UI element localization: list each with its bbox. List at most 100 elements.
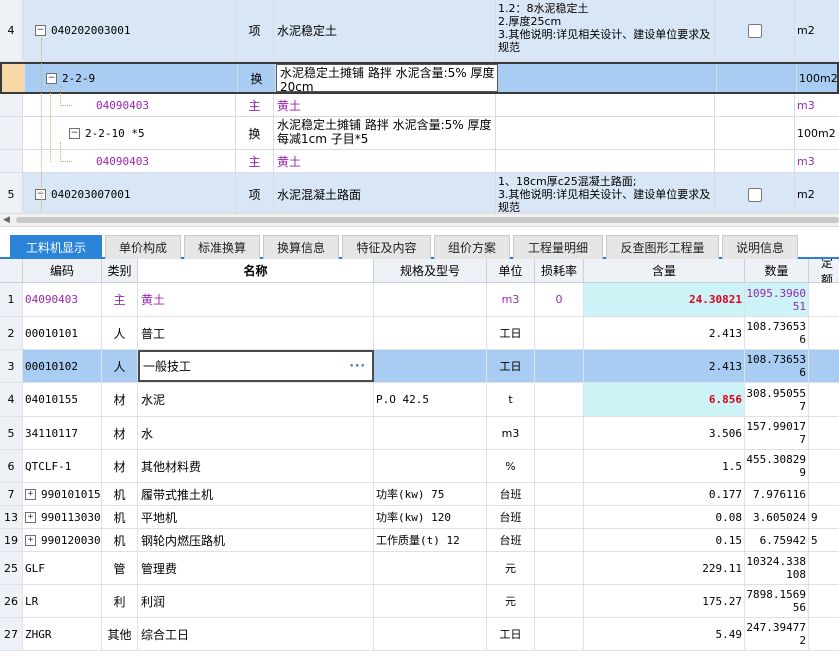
resource-name[interactable]: 管理费 (138, 552, 374, 584)
resource-name[interactable]: 平地机 (138, 506, 374, 528)
resource-loss[interactable] (535, 506, 584, 528)
item-name[interactable]: 水泥稳定土摊铺 路拌 水泥含量:5% 厚度20cm (276, 64, 498, 92)
name-edit-field[interactable]: 一般技工 ··· (138, 350, 374, 382)
resource-loss[interactable] (535, 317, 584, 349)
header-unit[interactable]: 单位 (487, 259, 535, 282)
resource-loss[interactable] (535, 383, 584, 416)
resource-unit: 台班 (487, 506, 535, 528)
resource-spec[interactable] (374, 450, 487, 482)
collapse-icon[interactable]: − (46, 72, 57, 84)
resource-spec[interactable]: P.O 42.5 (374, 383, 487, 416)
resource-loss[interactable] (535, 585, 584, 617)
item-code: 04090403 (96, 98, 149, 112)
resource-num: 3.605024 (745, 506, 809, 528)
header-code[interactable]: 编码 (23, 259, 102, 282)
table-row[interactable]: 04090403 主 黄土 m3 (0, 150, 839, 173)
resource-name[interactable]: 履带式推土机 (138, 483, 374, 505)
collapse-icon[interactable]: − (69, 127, 80, 139)
more-options-icon[interactable]: ··· (349, 358, 366, 372)
resource-loss[interactable] (535, 350, 584, 382)
scrollbar-thumb[interactable] (16, 217, 839, 223)
tab-unit-price[interactable]: 单价构成 (105, 235, 181, 259)
table-row[interactable]: − 2-2-9 换 水泥稳定土摊铺 路拌 水泥含量:5% 厚度20cm 100m… (0, 62, 839, 94)
resource-name[interactable]: 水泥 (138, 383, 374, 416)
header-num[interactable]: 数量 (745, 259, 809, 282)
table-row[interactable]: 6 QTCLF-1 材其他材料费% 1.5 455.30829 9 (0, 450, 839, 483)
tree-line (60, 105, 72, 106)
table-row[interactable]: 7 +990101015 机履带式推土机 功率(kw) 75 台班 0.177 7.9761… (0, 483, 839, 506)
expand-icon[interactable]: + (25, 511, 36, 523)
table-row[interactable]: 4 − 040202003001 项 水泥稳定土 1.2：8水泥稳定土 2.厚度… (0, 0, 839, 62)
header-more[interactable]: 定额 (809, 259, 839, 287)
table-row[interactable]: 19 +990120030 机钢轮内燃压路机 工作质量(t) 12 台班 0.15 6.75… (0, 529, 839, 552)
resource-loss[interactable] (535, 417, 584, 449)
table-row[interactable]: 4 04010155 材水泥 P.O 42.5 t 6.856 308.95055 7 (0, 383, 839, 417)
resource-spec[interactable] (374, 317, 487, 349)
resource-loss[interactable] (535, 529, 584, 551)
table-row[interactable]: − 2-2-10 *5 换 水泥稳定土摊铺 路拌 水泥含量:5% 厚度每减1cm… (0, 117, 839, 150)
resource-unit: 工日 (487, 317, 535, 349)
resource-loss[interactable] (535, 450, 584, 482)
resource-name[interactable]: 综合工日 (138, 618, 374, 650)
resource-num: 247.39477 2 (745, 618, 809, 650)
resource-name[interactable]: 水 (138, 417, 374, 449)
resource-name[interactable]: 钢轮内燃压路机 (138, 529, 374, 551)
tab-material-display[interactable]: 工料机显示 (10, 235, 102, 259)
resource-loss[interactable] (535, 483, 584, 505)
table-row[interactable]: 5 34110117 材水 m3 3.506 157.99017 7 (0, 417, 839, 450)
item-code: 04090403 (96, 154, 149, 168)
resource-name[interactable]: 普工 (138, 317, 374, 349)
row-checkbox[interactable] (747, 23, 762, 38)
table-row[interactable]: 5 − 040203007001 项 水泥混凝土路面 1、18cm厚c25混凝土… (0, 173, 839, 213)
table-row[interactable]: 25 GLF 管管理费 元 229.11 10324.338 108 (0, 552, 839, 585)
resource-name[interactable]: 黄土 (138, 283, 374, 316)
table-row[interactable]: 3 00010102 人 工日 2.413 108.73653 6 一般技工 ··· (0, 350, 839, 383)
resource-loss[interactable]: 0 (535, 283, 584, 316)
scroll-left-icon[interactable]: ◀ (3, 214, 10, 226)
resource-spec[interactable] (374, 585, 487, 617)
table-row[interactable]: 04090403 主 黄土 m3 (0, 94, 839, 117)
tree-line (60, 161, 72, 162)
header-name[interactable]: 名称 (138, 259, 374, 282)
resource-spec[interactable]: 功率(kw) 75 (374, 483, 487, 505)
resource-loss[interactable] (535, 552, 584, 584)
tab-description[interactable]: 说明信息 (722, 235, 798, 259)
resource-loss[interactable] (535, 618, 584, 650)
horizontal-scrollbar[interactable]: ◀ (0, 213, 839, 227)
tab-pricing-plan[interactable]: 组价方案 (434, 235, 510, 259)
table-row[interactable]: 26 LR 利利润 元 175.27 7898.1569 56 (0, 585, 839, 618)
expand-icon[interactable]: + (25, 534, 36, 546)
expand-icon[interactable]: + (25, 488, 36, 500)
row-number: 25 (0, 552, 23, 584)
resource-spec[interactable] (374, 350, 487, 382)
tab-reverse-graphic[interactable]: 反查图形工程量 (606, 235, 719, 259)
resource-spec[interactable] (374, 283, 487, 316)
resource-type: 材 (102, 383, 138, 416)
resource-name[interactable]: 其他材料费 (138, 450, 374, 482)
table-row[interactable]: 1 04090403 主黄土 m3 0 24.30821 1095.3960 51 (0, 283, 839, 317)
tab-conversion-info[interactable]: 换算信息 (263, 235, 339, 259)
resource-unit: 工日 (487, 618, 535, 650)
resource-num: 108.73653 6 (745, 317, 809, 349)
resource-type: 材 (102, 417, 138, 449)
collapse-icon[interactable]: − (35, 25, 46, 36)
resource-qty: 0.177 (708, 487, 742, 501)
header-spec[interactable]: 规格及型号 (374, 259, 487, 282)
tab-quantity-detail[interactable]: 工程量明细 (513, 235, 603, 259)
resource-spec[interactable] (374, 417, 487, 449)
table-row[interactable]: 27 ZHGR 其他 综合工日 工日 5.49 247.39477 2 (0, 618, 839, 651)
table-row[interactable]: 13 +990113030 机平地机 功率(kw) 120 台班 0.08 3.605024… (0, 506, 839, 529)
tab-standard-conversion[interactable]: 标准换算 (184, 235, 260, 259)
table-row[interactable]: 2 00010101 人普工 工日 2.413 108.73653 6 (0, 317, 839, 350)
tab-features[interactable]: 特征及内容 (342, 235, 431, 259)
row-checkbox[interactable] (747, 187, 762, 202)
header-loss[interactable]: 损耗率 (535, 259, 584, 282)
resource-name[interactable]: 利润 (138, 585, 374, 617)
header-type[interactable]: 类别 (102, 259, 138, 282)
resource-spec[interactable] (374, 552, 487, 584)
resource-spec[interactable]: 功率(kw) 120 (374, 506, 487, 528)
header-qty[interactable]: 含量 (584, 259, 745, 282)
resource-more: 5 (811, 533, 818, 547)
resource-spec[interactable]: 工作质量(t) 12 (374, 529, 487, 551)
resource-spec[interactable] (374, 618, 487, 650)
